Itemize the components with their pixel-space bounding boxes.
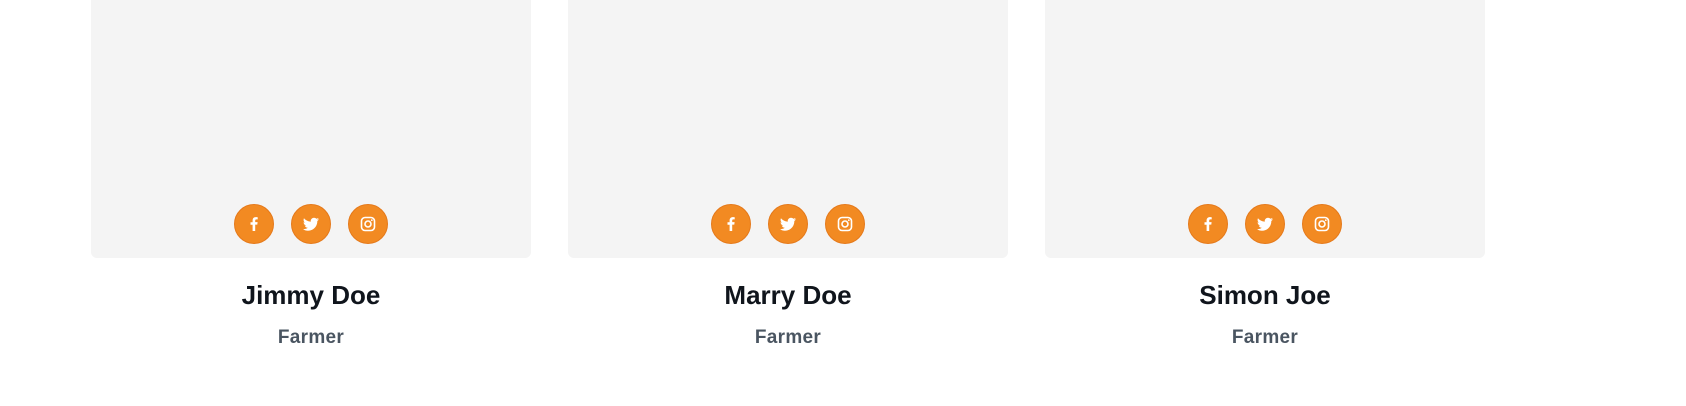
facebook-icon bbox=[250, 217, 258, 231]
twitter-icon bbox=[303, 217, 319, 231]
member-name: Simon Joe bbox=[1199, 280, 1331, 310]
instagram-icon bbox=[360, 216, 376, 232]
member-photo-placeholder bbox=[1045, 0, 1485, 258]
social-links bbox=[1045, 204, 1485, 244]
twitter-icon bbox=[780, 217, 796, 231]
facebook-link[interactable] bbox=[711, 204, 751, 244]
member-photo-placeholder bbox=[568, 0, 1008, 258]
instagram-icon bbox=[837, 216, 853, 232]
team-member-card: Simon Joe Farmer bbox=[1045, 0, 1485, 350]
twitter-link[interactable] bbox=[768, 204, 808, 244]
member-name: Marry Doe bbox=[724, 280, 852, 310]
instagram-link[interactable] bbox=[1302, 204, 1342, 244]
twitter-icon bbox=[1257, 217, 1273, 231]
twitter-link[interactable] bbox=[291, 204, 331, 244]
team-grid: Jimmy Doe Farmer Marry Doe Farmer Simon … bbox=[91, 0, 1485, 350]
facebook-icon bbox=[1204, 217, 1212, 231]
member-role: Farmer bbox=[1231, 327, 1299, 348]
member-photo-placeholder bbox=[91, 0, 531, 258]
facebook-link[interactable] bbox=[1188, 204, 1228, 244]
instagram-link[interactable] bbox=[825, 204, 865, 244]
facebook-icon bbox=[727, 217, 735, 231]
instagram-link[interactable] bbox=[348, 204, 388, 244]
instagram-icon bbox=[1314, 216, 1330, 232]
member-role: Farmer bbox=[277, 327, 345, 348]
twitter-link[interactable] bbox=[1245, 204, 1285, 244]
member-role: Farmer bbox=[754, 327, 822, 348]
member-name: Jimmy Doe bbox=[241, 280, 381, 310]
team-member-card: Jimmy Doe Farmer bbox=[91, 0, 531, 350]
team-member-card: Marry Doe Farmer bbox=[568, 0, 1008, 350]
social-links bbox=[91, 204, 531, 244]
facebook-link[interactable] bbox=[234, 204, 274, 244]
social-links bbox=[568, 204, 1008, 244]
